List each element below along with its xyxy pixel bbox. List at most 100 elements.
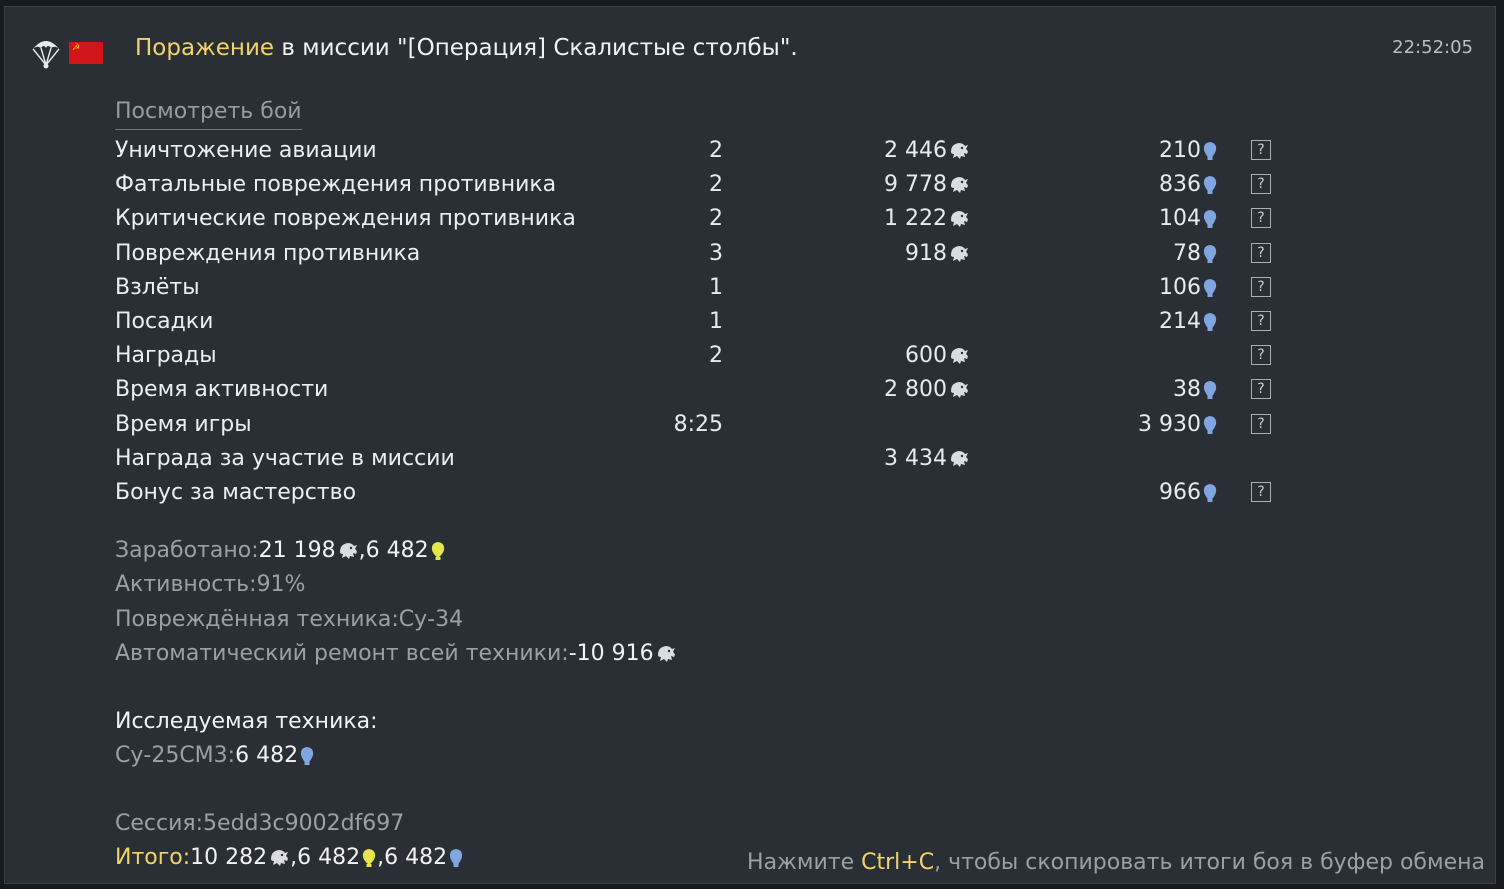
row-lions: 2 446 <box>884 134 970 168</box>
research-title: Исследуемая техника: <box>115 705 1475 739</box>
rp-icon <box>1203 381 1217 400</box>
row-lions-value: 600 <box>905 343 947 369</box>
rp-icon <box>1203 312 1217 331</box>
help-button[interactable]: ? <box>1251 276 1271 297</box>
damaged-label: Повреждённая техника: <box>115 606 399 632</box>
lion-icon <box>951 211 968 228</box>
session-value[interactable]: 5edd3c9002df697 <box>203 807 404 841</box>
watch-battle-link[interactable]: Посмотреть бой <box>115 97 302 130</box>
repair-label: Автоматический ремонт всей техники: <box>115 640 569 666</box>
session-line: Сессия: 5edd3c9002df697 <box>115 807 1475 841</box>
row-lions-value: 3 434 <box>884 445 947 471</box>
row-label: Уничтожение авиации <box>115 138 377 163</box>
row-rp: 78 <box>1173 237 1218 271</box>
row-lions: 3 434 <box>884 442 970 476</box>
rp-icon <box>1203 244 1217 263</box>
rp-icon <box>1203 278 1217 297</box>
table-row: Посадки 1 214? <box>115 305 1475 339</box>
repair-value: -10 916 <box>568 640 654 666</box>
row-lions: 918 <box>905 237 970 271</box>
rp-icon <box>447 841 464 875</box>
mission-name: в миссии "[Операция] Скалистые столбы". <box>274 35 798 61</box>
results-content: Посмотреть бой Уничтожение авиации 2 2 446… <box>115 97 1475 876</box>
row-count: 1 <box>709 308 723 334</box>
earned-label: Заработано: <box>115 538 259 564</box>
header-icons: ☭ <box>31 33 103 73</box>
table-row: Уничтожение авиации 2 2 446 210? <box>115 134 1475 168</box>
lion-icon <box>336 534 359 568</box>
row-rp: 210 <box>1159 134 1218 168</box>
help-button[interactable]: ? <box>1251 481 1271 502</box>
free-rp-icon <box>360 841 377 875</box>
table-row: Время игры 8:25 3 930? <box>115 408 1475 442</box>
row-label: Взлёты <box>115 274 200 300</box>
help-button[interactable]: ? <box>1251 345 1271 366</box>
activity-line: Активность: 91% <box>115 568 1475 602</box>
row-rp-value: 210 <box>1159 138 1201 163</box>
table-row: Фатальные повреждения противника 2 9 778 83… <box>115 168 1475 202</box>
lion-icon <box>951 177 968 194</box>
row-label: Повреждения противника <box>115 240 421 266</box>
results-table: Уничтожение авиации 2 2 446 210? Фатальные п… <box>115 134 1475 510</box>
rp-icon <box>300 747 314 766</box>
table-row: Награда за участие в миссии 3 434 <box>115 442 1475 476</box>
row-lions: 2 800 <box>884 373 970 407</box>
lion-icon <box>654 637 677 671</box>
row-rp: 106 <box>1159 271 1218 305</box>
total-sep-2: , <box>377 845 385 871</box>
rp-icon <box>450 849 463 868</box>
lion-icon <box>951 348 968 365</box>
row-rp-value: 104 <box>1159 206 1201 232</box>
row-lions-value: 918 <box>905 240 947 266</box>
rp-icon <box>1203 210 1217 229</box>
table-row: Награды 2 600? <box>115 339 1475 373</box>
battle-result: Поражение <box>135 35 275 61</box>
row-label: Время игры <box>115 411 252 437</box>
row-label: Награда за участие в миссии <box>115 445 455 471</box>
parachute-icon <box>32 41 60 69</box>
help-button[interactable]: ? <box>1251 140 1271 160</box>
help-button[interactable]: ? <box>1251 379 1271 400</box>
earned-line: Заработано: 21 198 , 6 482 <box>115 534 1475 568</box>
help-button[interactable]: ? <box>1251 310 1271 331</box>
row-lions: 1 222 <box>884 202 970 236</box>
row-rp-value: 78 <box>1173 240 1201 266</box>
table-row: Бонус за мастерство 966? <box>115 476 1475 510</box>
mission-title: Поражение в миссии "[Операция] Скалистые… <box>135 33 798 63</box>
total-sep-1: , <box>290 845 298 871</box>
total-lions: 10 282 <box>190 845 268 871</box>
earned-lions: 21 198 <box>258 538 336 564</box>
table-row: Критические повреждения противника 2 1 222… <box>115 202 1475 236</box>
help-button[interactable]: ? <box>1251 413 1271 434</box>
activity-value: 91% <box>256 572 306 598</box>
row-label: Фатальные повреждения противника <box>115 172 557 198</box>
damaged-line: Повреждённая техника: Су-34 <box>115 602 1475 636</box>
battle-time: 22:52:05 <box>1392 37 1473 58</box>
row-count: 2 <box>709 172 723 198</box>
row-rp: 38 <box>1173 373 1218 407</box>
row-rp-value: 836 <box>1159 172 1201 198</box>
battle-result-panel: ☭ Поражение в миссии "[Операция] Скалист… <box>4 6 1496 884</box>
lion-icon <box>951 245 968 262</box>
total-rp: 6 482 <box>384 845 448 871</box>
row-lions-value: 9 778 <box>884 172 947 198</box>
research-vehicle-line: Су-25СМ3: 6 482 <box>115 739 1475 773</box>
row-rp: 104 <box>1159 202 1218 236</box>
ussr-flag-icon: ☭ <box>69 42 103 64</box>
rp-icon <box>1203 142 1217 160</box>
help-button[interactable]: ? <box>1251 208 1271 229</box>
summary-block: Заработано: 21 198 , 6 482 Активность: 9… <box>115 534 1475 876</box>
help-button[interactable]: ? <box>1251 174 1271 195</box>
row-rp-value: 214 <box>1159 308 1201 334</box>
row-count: 2 <box>709 206 723 232</box>
lion-icon <box>657 645 675 662</box>
earned-sep: , <box>358 538 366 564</box>
copy-hint-key: Ctrl+C <box>861 850 935 875</box>
row-count: 8:25 <box>673 411 723 437</box>
rp-icon <box>1203 483 1217 502</box>
research-vehicle-label: Су-25СМ3: <box>115 743 236 769</box>
row-count: 2 <box>709 343 723 369</box>
research-vehicle-rp: 6 482 <box>235 743 299 769</box>
help-button[interactable]: ? <box>1251 242 1271 263</box>
table-row: Время активности 2 800 38? <box>115 373 1475 407</box>
